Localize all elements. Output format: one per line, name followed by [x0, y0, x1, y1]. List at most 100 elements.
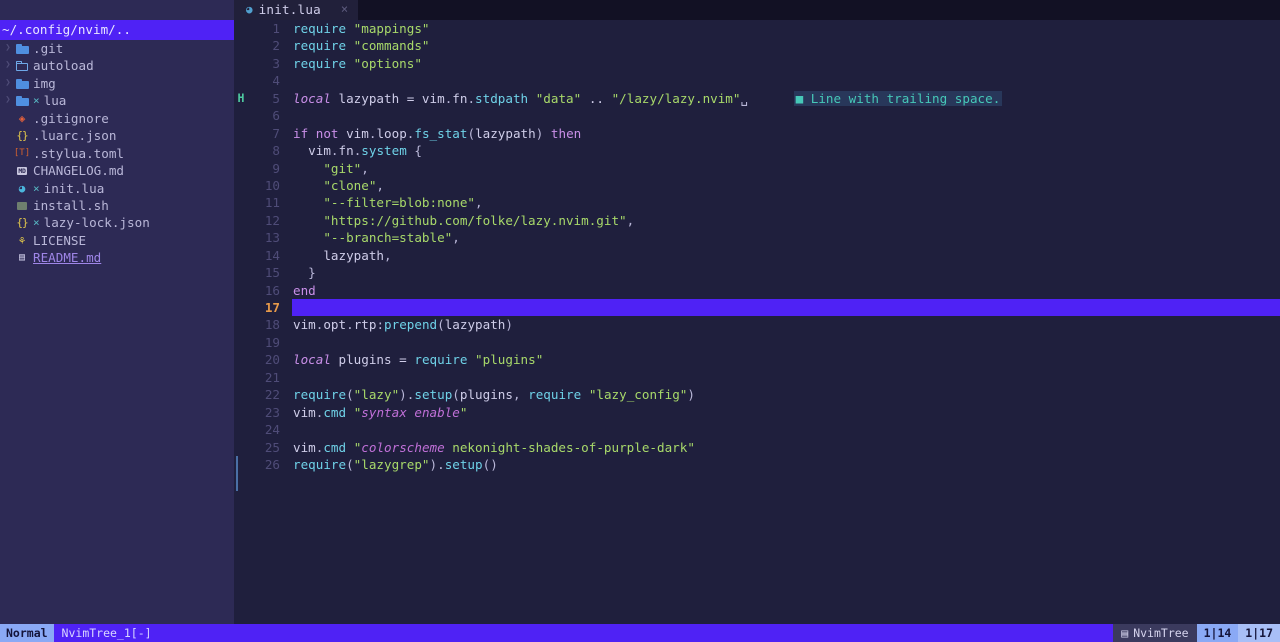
code-line[interactable]: 25 vim.cmd "colorscheme nekonight-shades-… — [234, 439, 1280, 456]
status-position-secondary: 1|17 — [1238, 624, 1280, 642]
code-token: "options" — [353, 55, 422, 71]
folder-closed-icon — [14, 96, 30, 107]
line-number: 14 — [264, 247, 280, 263]
code-token: "lazygrep" — [353, 456, 430, 472]
code-line[interactable]: 7 if not vim.loop.fs_stat(lazypath) then — [234, 125, 1280, 142]
line-number: 4 — [272, 73, 280, 89]
code-line-content — [292, 299, 1280, 317]
code-line[interactable]: 1 require "mappings" — [234, 20, 1280, 37]
code-line[interactable]: 10 "clone", — [234, 177, 1280, 194]
file-tree-item[interactable]: [T] .stylua.toml — [0, 145, 234, 162]
code-token: "/lazy/lazy.nvim" — [611, 90, 741, 106]
code-line[interactable]: 3 require "options" — [234, 55, 1280, 72]
code-line-content: require("lazygrep").setup() — [293, 456, 1280, 473]
code-line[interactable]: 23 vim.cmd "syntax enable" — [234, 404, 1280, 421]
file-tree-item[interactable]: install.sh — [0, 197, 234, 214]
code-token: require — [293, 456, 347, 472]
file-tree-item[interactable]: ❯ × lua — [0, 92, 234, 109]
code-line-content: if not vim.loop.fs_stat(lazypath) then — [293, 125, 1280, 142]
chevron-right-icon[interactable]: ❯ — [2, 75, 14, 92]
code-line[interactable]: 21 — [234, 369, 1280, 386]
chevron-right-icon[interactable]: ❯ — [2, 92, 14, 109]
editor-buffer[interactable]: 1 require "mappings" 2 require "commands" 3 r… — [234, 20, 1280, 624]
code-token: syntax enable — [361, 404, 460, 420]
tab-init-lua[interactable]: ◕ init.lua × — [234, 0, 359, 20]
code-line[interactable]: 22 require("lazy").setup(plugins, require… — [234, 386, 1280, 403]
file-tree-item-label: init.lua — [43, 180, 105, 196]
file-tree-root-path[interactable]: ~/.config/nvim/.. — [0, 20, 234, 40]
code-token: ␣ — [740, 90, 749, 106]
code-line[interactable]: 20 local plugins = require "plugins" — [234, 351, 1280, 368]
file-tree-item[interactable]: MD CHANGELOG.md — [0, 162, 234, 179]
code-token: local — [293, 352, 331, 368]
file-tree-item[interactable]: {} × lazy-lock.json — [0, 214, 234, 231]
file-tree-item[interactable]: ◕ × init.lua — [0, 180, 234, 197]
code-line[interactable]: 9 "git", — [234, 160, 1280, 177]
file-tree-item[interactable]: ▤ README.md — [0, 249, 234, 266]
close-icon[interactable]: × — [341, 1, 348, 18]
sign-column-cell — [234, 316, 248, 333]
code-token: , — [512, 387, 521, 403]
folder-closed-icon — [14, 78, 30, 89]
code-line[interactable]: H 5 local lazypath = vim.fn.stdpath "data"… — [234, 90, 1280, 107]
code-line[interactable]: 13 "--branch=stable", — [234, 229, 1280, 246]
code-line[interactable]: 15 } — [234, 264, 1280, 281]
code-line[interactable]: 19 — [234, 334, 1280, 351]
code-line[interactable]: 8 vim.fn.system { — [234, 142, 1280, 159]
code-token: end — [293, 282, 316, 298]
file-tree-item-label: README.md — [33, 250, 102, 266]
file-tree-item[interactable]: ❯ autoload — [0, 57, 234, 74]
code-token: ( — [346, 456, 354, 472]
code-line[interactable]: 2 require "commands" — [234, 37, 1280, 54]
code-token: "lazy_config" — [588, 387, 688, 403]
code-token: ) — [505, 317, 513, 333]
file-tree-item[interactable]: ◈ .gitignore — [0, 110, 234, 127]
chevron-right-icon[interactable]: ❯ — [2, 40, 14, 57]
tab-label: init.lua — [258, 2, 321, 18]
code-line[interactable]: 16 end — [234, 282, 1280, 299]
file-tree-item[interactable]: ❯ img — [0, 75, 234, 92]
code-token: "git" — [323, 160, 362, 176]
code-line[interactable]: 26 require("lazygrep").setup() — [234, 456, 1280, 473]
code-token: ( — [437, 317, 445, 333]
code-line[interactable]: 17 — [234, 299, 1280, 317]
code-line-content: require "mappings" — [293, 20, 1280, 37]
code-line-content — [293, 369, 1280, 386]
code-line[interactable]: 18 vim.opt.rtp:prepend(lazypath) — [234, 316, 1280, 333]
chevron-right-icon[interactable]: ❯ — [2, 57, 14, 74]
code-token: system — [361, 143, 407, 159]
line-number: 8 — [272, 143, 280, 159]
modified-indicator-icon: × — [33, 94, 40, 108]
sign-column-cell — [234, 20, 248, 37]
code-token: if — [293, 125, 309, 141]
license-icon: ⚘ — [18, 233, 26, 247]
file-tree-item[interactable]: ❯ .git — [0, 40, 234, 57]
code-line[interactable]: 6 — [234, 107, 1280, 124]
sign-column-cell — [234, 247, 248, 264]
markdown-icon: MD — [17, 166, 27, 175]
code-token: prepend — [384, 317, 438, 333]
line-number: 7 — [272, 125, 280, 141]
code-line[interactable]: 14 lazypath, — [234, 247, 1280, 264]
code-line[interactable]: 4 — [234, 72, 1280, 89]
code-line[interactable]: 12 "https://github.com/folke/lazy.nvim.g… — [234, 212, 1280, 229]
code-token: nekonight-shades-of-purple-dark — [444, 439, 688, 455]
code-token: setup — [414, 387, 453, 403]
tabline: ◕ init.lua × — [0, 0, 1280, 20]
sign-column-cell — [234, 142, 248, 159]
folder-closed-icon — [14, 43, 30, 54]
sign-column-cell — [234, 194, 248, 211]
line-number: 24 — [264, 422, 280, 438]
status-spacer — [160, 624, 1114, 642]
file-tree-item[interactable]: ⚘ LICENSE — [0, 232, 234, 249]
code-line[interactable]: 11 "--filter=blob:none", — [234, 194, 1280, 211]
line-number: 26 — [264, 456, 280, 472]
code-line[interactable]: 24 — [234, 421, 1280, 438]
file-tree-item[interactable]: {} .luarc.json — [0, 127, 234, 144]
code-token: "lazy" — [353, 387, 400, 403]
code-token: , — [361, 160, 369, 176]
file-tree-panel[interactable]: ~/.config/nvim/.. ❯ .git ❯ autoload ❯ img ❯ × lu… — [0, 20, 234, 624]
